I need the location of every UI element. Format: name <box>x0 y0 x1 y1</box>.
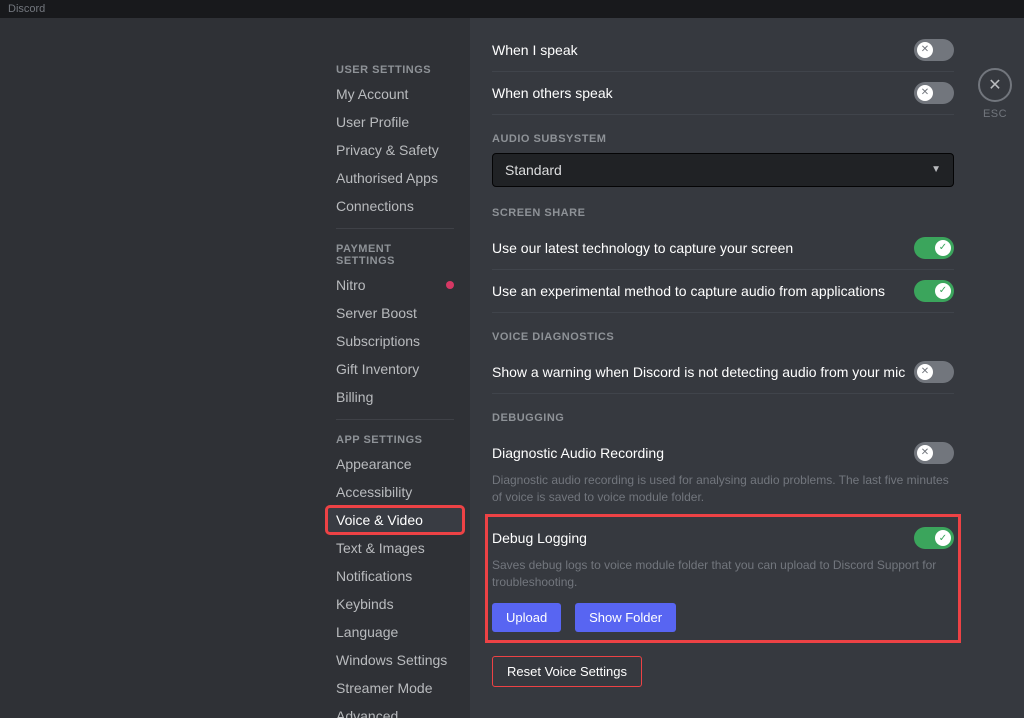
debug-logging-highlight: Debug Logging Saves debug logs to voice … <box>486 515 960 642</box>
sidebar-item-my-account[interactable]: My Account <box>326 80 464 108</box>
sidebar-item-label: Voice & Video <box>336 512 423 528</box>
audio-subsystem-title: AUDIO SUBSYSTEM <box>492 133 954 145</box>
sidebar-item-text-images[interactable]: Text & Images <box>326 534 464 562</box>
sidebar-item-streamer-mode[interactable]: Streamer Mode <box>326 674 464 702</box>
mic-warning-label: Show a warning when Discord is not detec… <box>492 364 905 380</box>
reset-voice-settings-button[interactable]: Reset Voice Settings <box>492 656 642 687</box>
when-others-speak-label: When others speak <box>492 85 613 101</box>
sidebar-item-label: Subscriptions <box>336 333 420 349</box>
debug-log-desc: Saves debug logs to voice module folder … <box>492 557 954 591</box>
sidebar-item-label: Server Boost <box>336 305 417 321</box>
sidebar-item-label: Keybinds <box>336 596 394 612</box>
sidebar-item-label: Accessibility <box>336 484 412 500</box>
row-when-others-speak: When others speak <box>492 72 954 115</box>
sidebar-item-label: Notifications <box>336 568 412 584</box>
sidebar-item-accessibility[interactable]: Accessibility <box>326 478 464 506</box>
sidebar-item-connections[interactable]: Connections <box>326 192 464 220</box>
diag-rec-toggle[interactable] <box>914 442 954 464</box>
sidebar-item-label: User Profile <box>336 114 409 130</box>
esc-label: ESC <box>983 108 1007 120</box>
screen-share-title: SCREEN SHARE <box>492 207 954 219</box>
sidebar-item-authorised-apps[interactable]: Authorised Apps <box>326 164 464 192</box>
settings-sidebar: USER SETTINGS My Account User Profile Priva… <box>320 18 470 718</box>
sidebar-item-label: Connections <box>336 198 414 214</box>
voice-diagnostics-title: VOICE DIAGNOSTICS <box>492 331 954 343</box>
left-gutter <box>0 18 320 718</box>
latest-tech-toggle[interactable] <box>914 237 954 259</box>
exp-audio-label: Use an experimental method to capture au… <box>492 283 885 299</box>
mic-warning-toggle[interactable] <box>914 361 954 383</box>
exp-audio-toggle[interactable] <box>914 280 954 302</box>
sidebar-item-subscriptions[interactable]: Subscriptions <box>326 327 464 355</box>
sidebar-item-label: Gift Inventory <box>336 361 419 377</box>
audio-subsystem-value: Standard <box>505 162 562 178</box>
sidebar-header: USER SETTINGS <box>326 58 464 80</box>
diag-rec-desc: Diagnostic audio recording is used for a… <box>492 472 954 506</box>
sidebar-item-server-boost[interactable]: Server Boost <box>326 299 464 327</box>
sidebar-item-user-profile[interactable]: User Profile <box>326 108 464 136</box>
sidebar-item-keybinds[interactable]: Keybinds <box>326 590 464 618</box>
sidebar-item-label: Streamer Mode <box>336 680 432 696</box>
sidebar-item-appearance[interactable]: Appearance <box>326 450 464 478</box>
sidebar-item-label: Privacy & Safety <box>336 142 439 158</box>
sidebar-item-voice-video[interactable]: Voice & Video <box>326 506 464 534</box>
sidebar-item-label: Text & Images <box>336 540 425 556</box>
chevron-down-icon: ▼ <box>931 164 941 175</box>
close-icon[interactable]: ✕ <box>978 68 1012 102</box>
sidebar-item-label: Authorised Apps <box>336 170 438 186</box>
settings-content: ✕ ESC attenuation. When I speak When oth… <box>470 18 1024 718</box>
row-latest-tech: Use our latest technology to capture you… <box>492 227 954 270</box>
sidebar-item-notifications[interactable]: Notifications <box>326 562 464 590</box>
show-folder-button[interactable]: Show Folder <box>575 603 676 632</box>
upload-button[interactable]: Upload <box>492 603 561 632</box>
titlebar: Discord <box>0 0 1024 18</box>
diag-rec-label: Diagnostic Audio Recording <box>492 445 664 461</box>
row-debug-log: Debug Logging <box>492 517 954 551</box>
debugging-title: DEBUGGING <box>492 412 954 424</box>
nitro-badge-icon <box>446 281 454 289</box>
row-diag-rec: Diagnostic Audio Recording <box>492 432 954 466</box>
debug-log-toggle[interactable] <box>914 527 954 549</box>
audio-subsystem-select[interactable]: Standard ▼ <box>492 153 954 187</box>
sidebar-item-label: Advanced <box>336 708 398 718</box>
sidebar-item-language[interactable]: Language <box>326 618 464 646</box>
when-others-speak-toggle[interactable] <box>914 82 954 104</box>
sidebar-item-label: My Account <box>336 86 408 102</box>
sidebar-item-label: Language <box>336 624 398 640</box>
sidebar-item-gift-inventory[interactable]: Gift Inventory <box>326 355 464 383</box>
when-i-speak-toggle[interactable] <box>914 39 954 61</box>
sidebar-header: PAYMENT SETTINGS <box>326 237 464 271</box>
sidebar-item-label: Billing <box>336 389 373 405</box>
sidebar-item-privacy-safety[interactable]: Privacy & Safety <box>326 136 464 164</box>
row-exp-audio: Use an experimental method to capture au… <box>492 270 954 313</box>
sidebar-item-label: Nitro <box>336 277 366 293</box>
sidebar-item-nitro[interactable]: Nitro <box>326 271 464 299</box>
sidebar-item-windows-settings[interactable]: Windows Settings <box>326 646 464 674</box>
sidebar-item-advanced[interactable]: Advanced <box>326 702 464 718</box>
row-when-i-speak: When I speak <box>492 29 954 72</box>
latest-tech-label: Use our latest technology to capture you… <box>492 240 793 256</box>
when-i-speak-label: When I speak <box>492 42 578 58</box>
sidebar-item-billing[interactable]: Billing <box>326 383 464 411</box>
sidebar-header: APP SETTINGS <box>326 428 464 450</box>
row-mic-warning: Show a warning when Discord is not detec… <box>492 351 954 394</box>
debug-log-label: Debug Logging <box>492 530 587 546</box>
sidebar-item-label: Appearance <box>336 456 412 472</box>
sidebar-item-label: Windows Settings <box>336 652 447 668</box>
attenuation-desc-tail: attenuation. <box>492 18 954 23</box>
